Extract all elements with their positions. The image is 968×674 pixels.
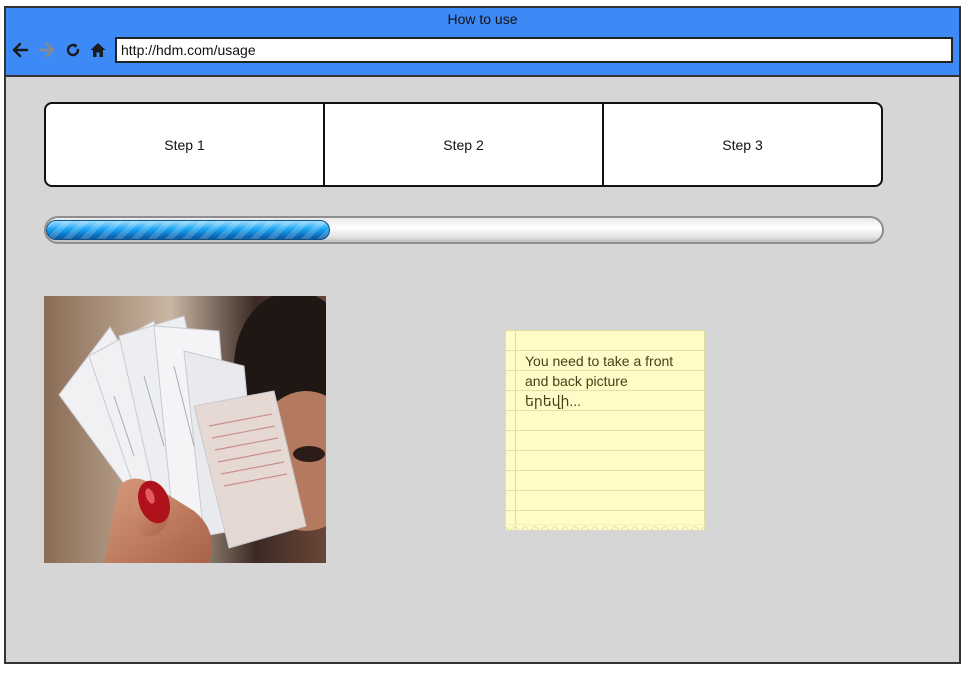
note-torn-edge xyxy=(505,524,705,532)
back-button[interactable] xyxy=(10,40,30,60)
reload-button[interactable] xyxy=(63,40,83,60)
window-title: How to use xyxy=(447,11,518,27)
browser-titlebar: How to use http://hdm.com/usage xyxy=(6,8,959,77)
arrow-right-icon xyxy=(38,42,55,58)
step-2-tab[interactable]: Step 2 xyxy=(323,104,602,185)
home-icon xyxy=(90,43,106,57)
receipts-photo xyxy=(44,296,326,563)
progress-fill xyxy=(46,220,331,240)
arrow-left-icon xyxy=(12,42,29,58)
sticky-note: You need to take a front and back pictur… xyxy=(505,330,705,530)
forward-button[interactable] xyxy=(37,40,57,60)
reload-icon xyxy=(66,43,80,57)
note-text: You need to take a front and back pictur… xyxy=(525,353,674,409)
step-3-tab[interactable]: Step 3 xyxy=(602,104,881,185)
step-1-tab[interactable]: Step 1 xyxy=(46,104,323,185)
steps-tabs: Step 1 Step 2 Step 3 xyxy=(44,102,883,187)
url-input[interactable]: http://hdm.com/usage xyxy=(115,37,953,63)
progress-bar xyxy=(44,216,884,244)
browser-window: How to use http://hdm.com/usage Step 1 S… xyxy=(4,6,961,664)
home-button[interactable] xyxy=(88,40,108,60)
receipts-image xyxy=(44,296,326,563)
